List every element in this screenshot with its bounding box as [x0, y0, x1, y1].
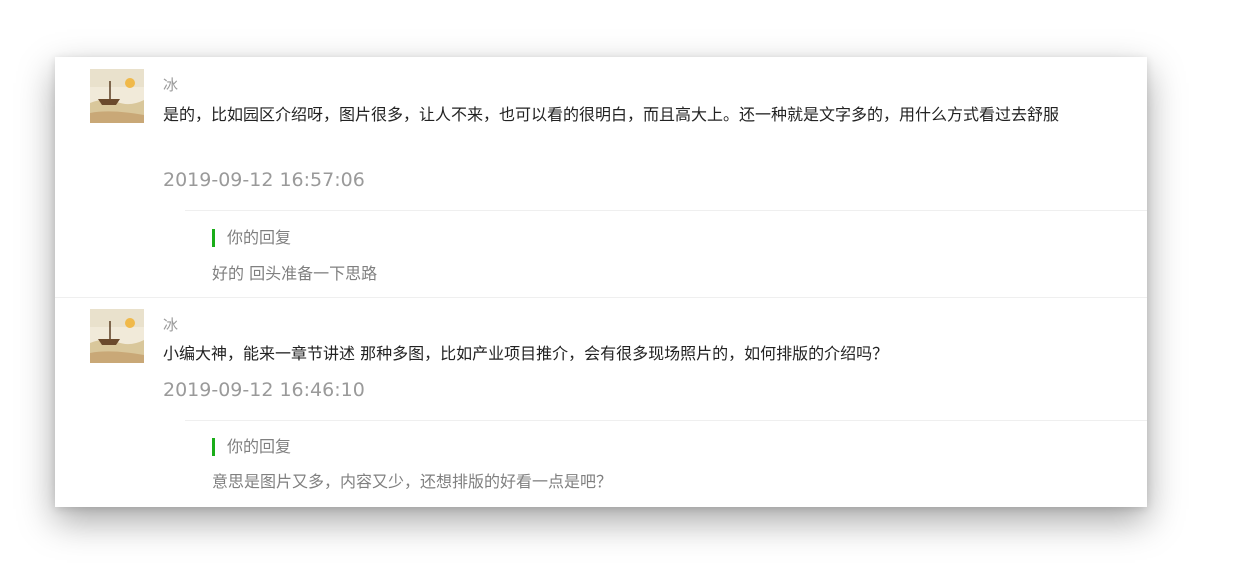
comment-timestamp: 2019-09-12 16:57:06: [163, 169, 365, 191]
reply-label: 你的回复: [212, 438, 291, 456]
comment-text: 是的，比如园区介绍呀，图片很多，让人不来，也可以看的很明白，而且高大上。还一种就…: [163, 105, 1060, 124]
avatar-image-icon: [90, 309, 144, 363]
avatar[interactable]: [90, 69, 144, 123]
avatar[interactable]: [90, 309, 144, 363]
comment-item: 冰 是的，比如园区介绍呀，图片很多，让人不来，也可以看的很明白，而且高大上。还一…: [55, 57, 1147, 297]
comment-user-name: 冰: [163, 316, 179, 334]
reply-text: 意思是图片又多，内容又少，还想排版的好看一点是吧？: [212, 472, 613, 491]
reply-label: 你的回复: [212, 229, 291, 247]
comment-timestamp: 2019-09-12 16:46:10: [163, 379, 365, 401]
comment-list: 冰 是的，比如园区介绍呀，图片很多，让人不来，也可以看的很明白，而且高大上。还一…: [55, 57, 1147, 507]
reply-text: 好的 回头准备一下思路: [212, 264, 378, 283]
comment-item: 冰 小编大神，能来一章节讲述 那种多图，比如产业项目推介，会有很多现场照片的，如…: [55, 297, 1147, 507]
comment-user-name: 冰: [163, 76, 179, 94]
avatar-image-icon: [90, 69, 144, 123]
reply-block: 你的回复 好的 回头准备一下思路: [185, 210, 1147, 298]
reply-block: 你的回复 意思是图片又多，内容又少，还想排版的好看一点是吧？: [185, 420, 1147, 508]
comment-text: 小编大神，能来一章节讲述 那种多图，比如产业项目推介，会有很多现场照片的，如何排…: [163, 344, 889, 363]
